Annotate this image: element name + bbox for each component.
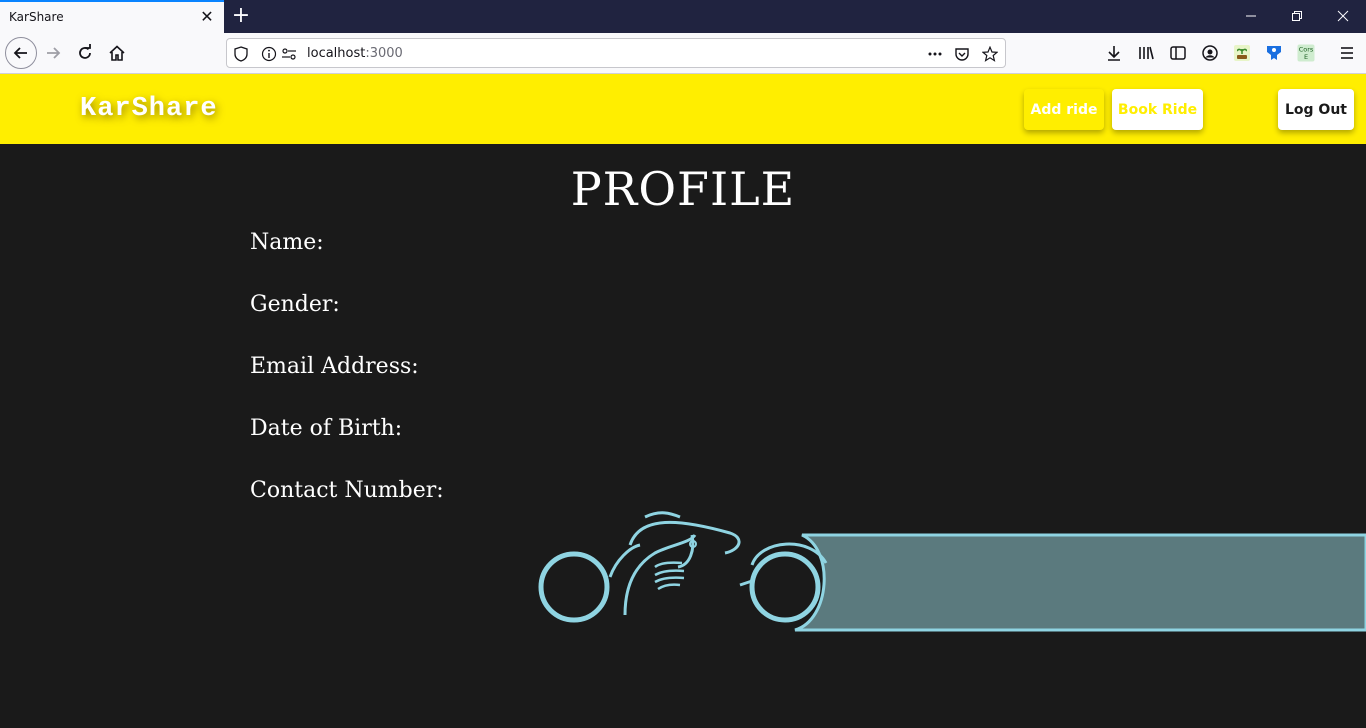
back-arrow-icon [13,47,27,59]
motorbike-illustration [538,511,1366,632]
close-tab-icon[interactable]: ✕ [198,8,216,26]
browser-tab-strip: KarShare ✕ + [0,0,1366,33]
forward-button[interactable] [37,37,69,69]
downloads-button[interactable] [1098,37,1130,69]
address-bar[interactable]: localhost:3000 [226,38,1006,68]
app-header: KarShare Add ride Book Ride Log Out [0,74,1366,144]
cors-extension-button[interactable]: Cors E [1290,37,1322,69]
download-icon [1108,46,1120,61]
url-port: :3000 [365,46,403,61]
hamburger-menu-icon [1341,47,1353,59]
permissions-icon[interactable] [281,46,297,62]
library-icon [1139,46,1154,60]
front-wheel [749,551,821,623]
plant-extension-icon [1234,45,1250,61]
profile-field-email: Email Address: [250,354,419,379]
sidebar-button[interactable] [1162,37,1194,69]
account-icon [1202,45,1218,61]
forward-arrow-icon [47,47,61,59]
add-ride-button[interactable]: Add ride [1024,89,1104,130]
profile-field-contact: Contact Number: [250,478,444,503]
site-info-icon[interactable] [261,46,277,62]
book-ride-button[interactable]: Book Ride [1112,89,1203,130]
svg-text:E: E [1304,53,1308,61]
pocket-icon[interactable] [954,46,970,62]
close-window-icon[interactable] [1320,0,1366,33]
shield-icon[interactable] [233,46,249,62]
extension-tag-button[interactable] [1258,37,1290,69]
back-button[interactable] [5,37,37,69]
home-button[interactable] [101,37,133,69]
profile-field-dob: Date of Birth: [250,416,403,441]
browser-tab[interactable]: KarShare ✕ [0,0,224,33]
url-host: localhost [307,46,366,61]
rear-wheel [538,551,610,623]
tag-extension-icon [1267,46,1281,60]
home-icon [109,45,125,61]
bookmark-star-icon[interactable] [982,46,998,62]
restore-window-icon[interactable] [1274,0,1320,33]
profile-field-name: Name: [250,230,324,255]
speed-trail [794,533,1366,632]
library-button[interactable] [1130,37,1162,69]
url-text[interactable]: localhost:3000 [307,46,403,61]
cors-extension-icon: Cors E [1297,44,1315,62]
brand-logo[interactable]: KarShare [80,94,218,124]
app-menu-button[interactable] [1331,37,1363,69]
minimize-window-icon[interactable] [1228,0,1274,33]
page-actions-icon[interactable] [927,46,943,62]
reload-button[interactable] [69,37,101,69]
page-title: PROFILE [570,162,796,216]
log-out-button[interactable]: Log Out [1278,89,1354,130]
tab-title: KarShare [9,10,64,24]
sidebar-icon [1170,46,1186,60]
account-button[interactable] [1194,37,1226,69]
extension-plant-button[interactable] [1226,37,1258,69]
profile-field-gender: Gender: [250,292,340,317]
browser-toolbar: localhost:3000 Cors E [0,33,1366,74]
new-tab-icon[interactable]: + [230,5,252,27]
reload-icon [79,44,91,59]
